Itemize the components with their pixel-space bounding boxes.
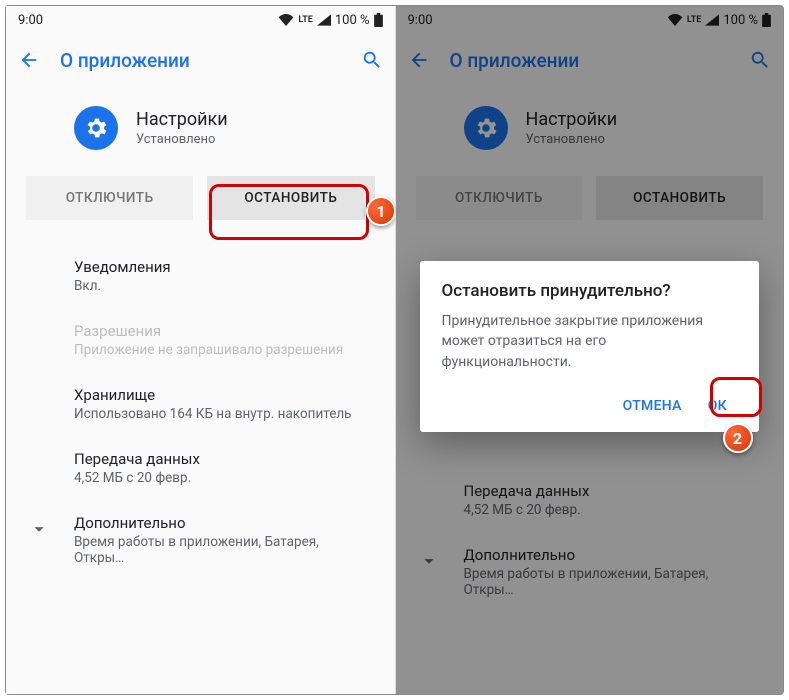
disable-button[interactable]: ОТКЛЮЧИТЬ <box>416 176 583 220</box>
section-title: Хранилище <box>74 386 371 404</box>
section-subtitle: Использовано 164 КБ на внутр. накопитель <box>74 406 371 422</box>
app-bar-title: О приложении <box>60 49 341 72</box>
section-permissions: Разрешения Приложение не запрашивало раз… <box>6 308 395 372</box>
section-more[interactable]: Дополнительно Время работы в приложении,… <box>6 500 395 580</box>
chevron-down-icon <box>418 550 440 572</box>
status-bar: 9:00 LTE 100 % <box>396 6 784 34</box>
disable-button[interactable]: ОТКЛЮЧИТЬ <box>26 176 193 220</box>
cancel-button[interactable]: ОТМЕНА <box>613 390 692 422</box>
phone-screen-left: 9:00 LTE 100 % О приложении <box>6 6 395 694</box>
gear-icon <box>473 115 499 141</box>
section-more[interactable]: Дополнительно Время работы в приложении,… <box>396 532 784 612</box>
app-name: Настройки <box>136 109 228 130</box>
search-icon[interactable] <box>361 49 383 71</box>
app-install-status: Установлено <box>136 132 228 147</box>
status-indicators: LTE 100 % <box>667 13 771 28</box>
force-stop-button[interactable]: ОСТАНОВИТЬ <box>596 176 763 220</box>
phone-screen-right: 9:00 LTE 100 % О приложении <box>395 6 784 694</box>
signal-icon <box>705 14 719 26</box>
status-bar: 9:00 LTE 100 % <box>6 6 395 34</box>
section-subtitle: Вкл. <box>74 278 371 294</box>
battery-percent: 100 % <box>335 13 370 28</box>
section-subtitle: Время работы в приложении, Батарея, Откр… <box>74 534 371 566</box>
section-title: Дополнительно <box>464 546 760 564</box>
force-stop-dialog: Остановить принудительно? Принудительное… <box>420 261 760 432</box>
status-time: 9:00 <box>408 13 433 28</box>
button-row: ОТКЛЮЧИТЬ ОСТАНОВИТЬ <box>396 176 784 244</box>
battery-icon <box>762 13 771 27</box>
status-time: 9:00 <box>18 13 43 28</box>
section-title: Передача данных <box>464 482 760 500</box>
search-icon[interactable] <box>749 49 771 71</box>
dialog-actions: ОТМЕНА ОК <box>442 390 738 422</box>
section-title: Передача данных <box>74 450 371 468</box>
app-bar-title: О приложении <box>450 49 730 72</box>
app-bar: О приложении <box>6 34 395 86</box>
back-arrow-icon[interactable] <box>408 49 430 71</box>
gear-icon <box>83 115 109 141</box>
signal-icon <box>317 14 331 26</box>
annotation-badge-1: 1 <box>366 196 395 226</box>
force-stop-button[interactable]: ОСТАНОВИТЬ <box>207 176 374 220</box>
section-subtitle: 4,52 МБ с 20 февр. <box>74 470 371 486</box>
ok-button[interactable]: ОК <box>698 390 737 422</box>
section-title: Дополнительно <box>74 514 371 532</box>
button-row: ОТКЛЮЧИТЬ ОСТАНОВИТЬ <box>6 176 395 244</box>
app-icon <box>74 106 118 150</box>
network-label: LTE <box>687 15 701 25</box>
network-label: LTE <box>298 15 312 25</box>
wifi-icon <box>667 14 683 26</box>
app-install-status: Установлено <box>526 132 618 147</box>
section-subtitle: 4,52 МБ с 20 февр. <box>464 502 760 518</box>
section-storage[interactable]: Хранилище Использовано 164 КБ на внутр. … <box>6 372 395 436</box>
back-arrow-icon[interactable] <box>18 49 40 71</box>
section-subtitle: Приложение не запрашивало разрешения <box>74 342 371 358</box>
app-header: Настройки Установлено <box>396 86 784 176</box>
section-subtitle: Время работы в приложении, Батарея, Откр… <box>464 566 760 598</box>
app-header: Настройки Установлено <box>6 86 395 176</box>
chevron-down-icon <box>28 518 50 540</box>
dialog-title: Остановить принудительно? <box>442 281 738 301</box>
status-indicators: LTE 100 % <box>278 13 382 28</box>
wifi-icon <box>278 14 294 26</box>
app-name: Настройки <box>526 109 618 130</box>
section-notifications[interactable]: Уведомления Вкл. <box>6 244 395 308</box>
app-bar: О приложении <box>396 34 784 86</box>
battery-percent: 100 % <box>723 13 758 28</box>
section-title: Разрешения <box>74 322 371 340</box>
section-data[interactable]: Передача данных 4,52 МБ с 20 февр. <box>396 468 784 532</box>
battery-icon <box>374 13 383 27</box>
app-icon <box>464 106 508 150</box>
dialog-body: Принудительное закрытие приложения может… <box>442 311 738 372</box>
section-title: Уведомления <box>74 258 371 276</box>
annotation-badge-2: 2 <box>723 423 753 453</box>
section-data[interactable]: Передача данных 4,52 МБ с 20 февр. <box>6 436 395 500</box>
